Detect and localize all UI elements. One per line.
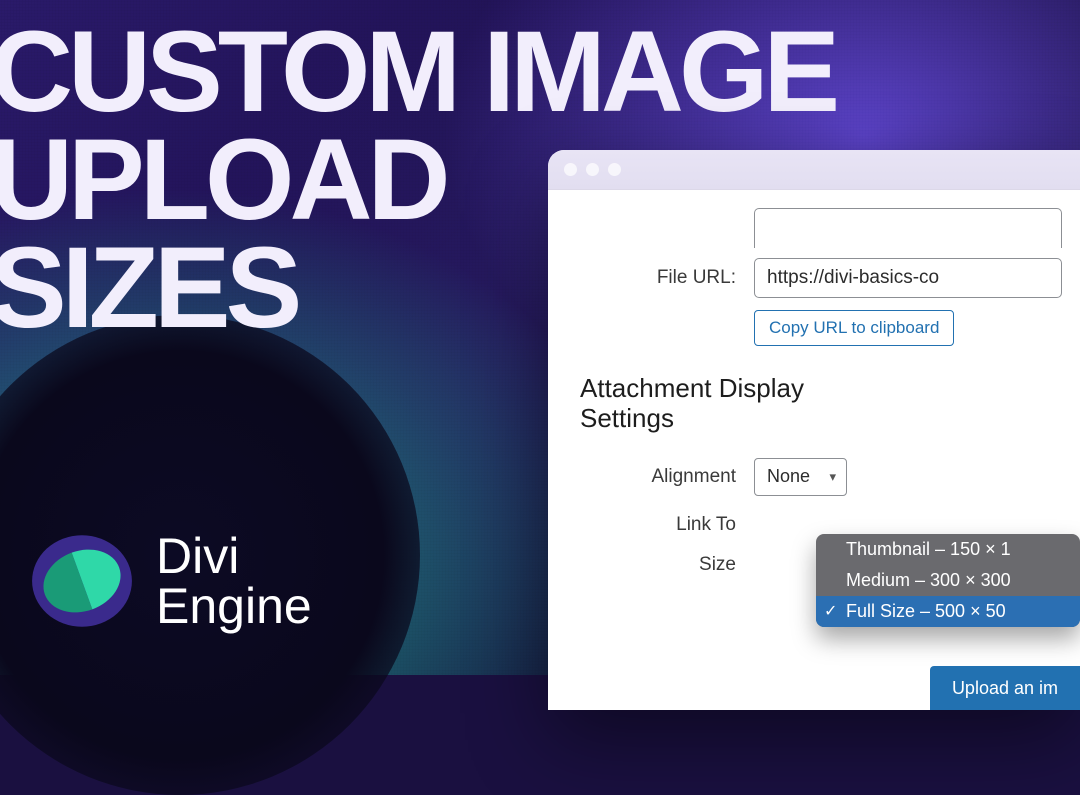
- alignment-row: Alignment None ▾: [566, 458, 1062, 496]
- link-to-label: Link To: [566, 514, 754, 536]
- file-url-row: File URL:: [566, 258, 1062, 298]
- brand-name: Divi Engine: [156, 531, 312, 631]
- size-option-full-size[interactable]: Full Size – 500 × 50: [816, 596, 1080, 627]
- chevron-down-icon: ▾: [830, 469, 837, 485]
- alignment-select[interactable]: None ▾: [754, 458, 847, 496]
- file-url-input[interactable]: [754, 258, 1062, 298]
- alignment-label: Alignment: [566, 466, 754, 488]
- alignment-select-value: None: [767, 466, 810, 487]
- brand-logo-block: Divi Engine: [30, 529, 312, 633]
- window-close-icon[interactable]: [564, 163, 577, 176]
- brand-name-line-1: Divi: [156, 531, 312, 581]
- copy-url-row: Copy URL to clipboard: [566, 310, 1062, 346]
- window-zoom-icon[interactable]: [608, 163, 621, 176]
- headline-line-1: CUSTOM IMAGE: [0, 18, 835, 126]
- link-to-row: Link To: [566, 514, 1062, 536]
- cropped-input-above[interactable]: [754, 208, 1062, 248]
- brand-name-line-2: Engine: [156, 581, 312, 631]
- browser-titlebar: [548, 150, 1080, 190]
- window-minimize-icon[interactable]: [586, 163, 599, 176]
- copy-url-button[interactable]: Copy URL to clipboard: [754, 310, 954, 346]
- size-option-medium[interactable]: Medium – 300 × 300: [816, 565, 1080, 596]
- size-label: Size: [566, 554, 754, 576]
- file-url-label: File URL:: [566, 267, 754, 289]
- upload-button[interactable]: Upload an im: [930, 666, 1080, 710]
- size-option-thumbnail[interactable]: Thumbnail – 150 × 1: [816, 534, 1080, 565]
- attachment-display-settings-heading: Attachment Display Settings: [566, 374, 1062, 434]
- browser-body: File URL: Copy URL to clipboard Attachme…: [548, 190, 1080, 710]
- size-dropdown-menu[interactable]: Thumbnail – 150 × 1 Medium – 300 × 300 F…: [816, 534, 1080, 627]
- divi-engine-logo-icon: [30, 529, 134, 633]
- browser-window: File URL: Copy URL to clipboard Attachme…: [548, 150, 1080, 710]
